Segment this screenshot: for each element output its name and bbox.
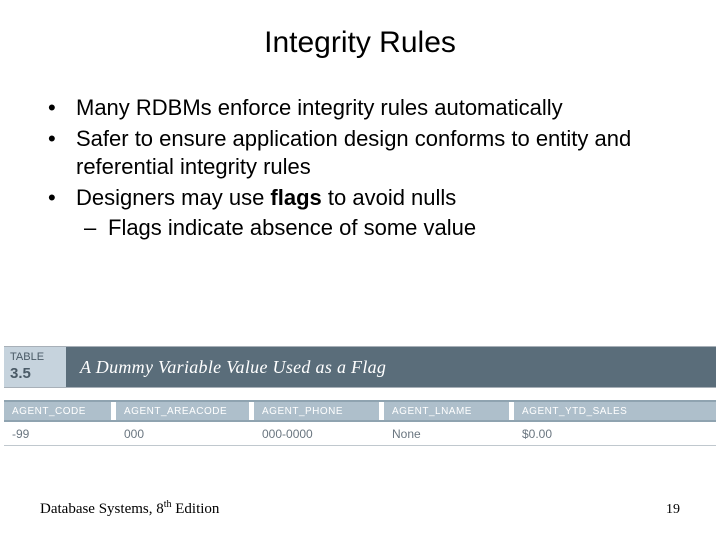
footer-source: Database Systems, 8th Edition — [40, 499, 219, 518]
bullet-text-post: to avoid nulls — [322, 185, 457, 210]
column-header: AGENT_CODE — [4, 402, 116, 420]
column-header: AGENT_LNAME — [384, 402, 514, 420]
table-cell: 000-0000 — [254, 427, 384, 441]
table-row: -99 000 000-0000 None $0.00 — [4, 422, 716, 446]
table-cell: $0.00 — [514, 427, 716, 441]
list-item: • Safer to ensure application design con… — [48, 125, 680, 182]
bullet-text: Many RDBMs enforce integrity rules autom… — [76, 94, 680, 123]
list-item-sub: – Flags indicate absence of some value — [48, 214, 680, 243]
column-header: AGENT_PHONE — [254, 402, 384, 420]
table-column-headers: AGENT_CODE AGENT_AREACODE AGENT_PHONE AG… — [4, 400, 716, 422]
table-caption: A Dummy Variable Value Used as a Flag — [66, 347, 716, 387]
bullet-text-pre: Designers may use — [76, 185, 270, 210]
bullet-dot: • — [48, 94, 76, 123]
bullet-list: • Many RDBMs enforce integrity rules aut… — [40, 94, 680, 243]
footer-source-sup: th — [164, 499, 172, 510]
slide: Integrity Rules • Many RDBMs enforce int… — [0, 0, 720, 540]
footer: Database Systems, 8th Edition 19 — [40, 499, 680, 518]
table-cell: -99 — [4, 427, 116, 441]
list-item: • Designers may use flags to avoid nulls — [48, 184, 680, 213]
bullet-text: Safer to ensure application design confo… — [76, 125, 680, 182]
bullet-text: Flags indicate absence of some value — [108, 214, 476, 243]
table-cell: 000 — [116, 427, 254, 441]
table-label: TABLE — [10, 351, 60, 364]
table-number-box: TABLE 3.5 — [4, 347, 66, 387]
bullet-dot: • — [48, 184, 76, 213]
page-title: Integrity Rules — [40, 26, 680, 60]
column-header: AGENT_YTD_SALES — [514, 402, 716, 420]
table-caption-bar: TABLE 3.5 A Dummy Variable Value Used as… — [4, 346, 716, 388]
footer-source-post: Edition — [172, 501, 220, 517]
bullet-text-bold: flags — [270, 185, 321, 210]
list-item: • Many RDBMs enforce integrity rules aut… — [48, 94, 680, 123]
table-figure: TABLE 3.5 A Dummy Variable Value Used as… — [4, 346, 716, 446]
bullet-text: Designers may use flags to avoid nulls — [76, 184, 680, 213]
page-number: 19 — [666, 502, 680, 518]
footer-source-pre: Database Systems, 8 — [40, 501, 164, 517]
table-number: 3.5 — [10, 365, 60, 383]
column-header: AGENT_AREACODE — [116, 402, 254, 420]
table-cell: None — [384, 427, 514, 441]
bullet-dash: – — [84, 214, 108, 243]
bullet-dot: • — [48, 125, 76, 182]
